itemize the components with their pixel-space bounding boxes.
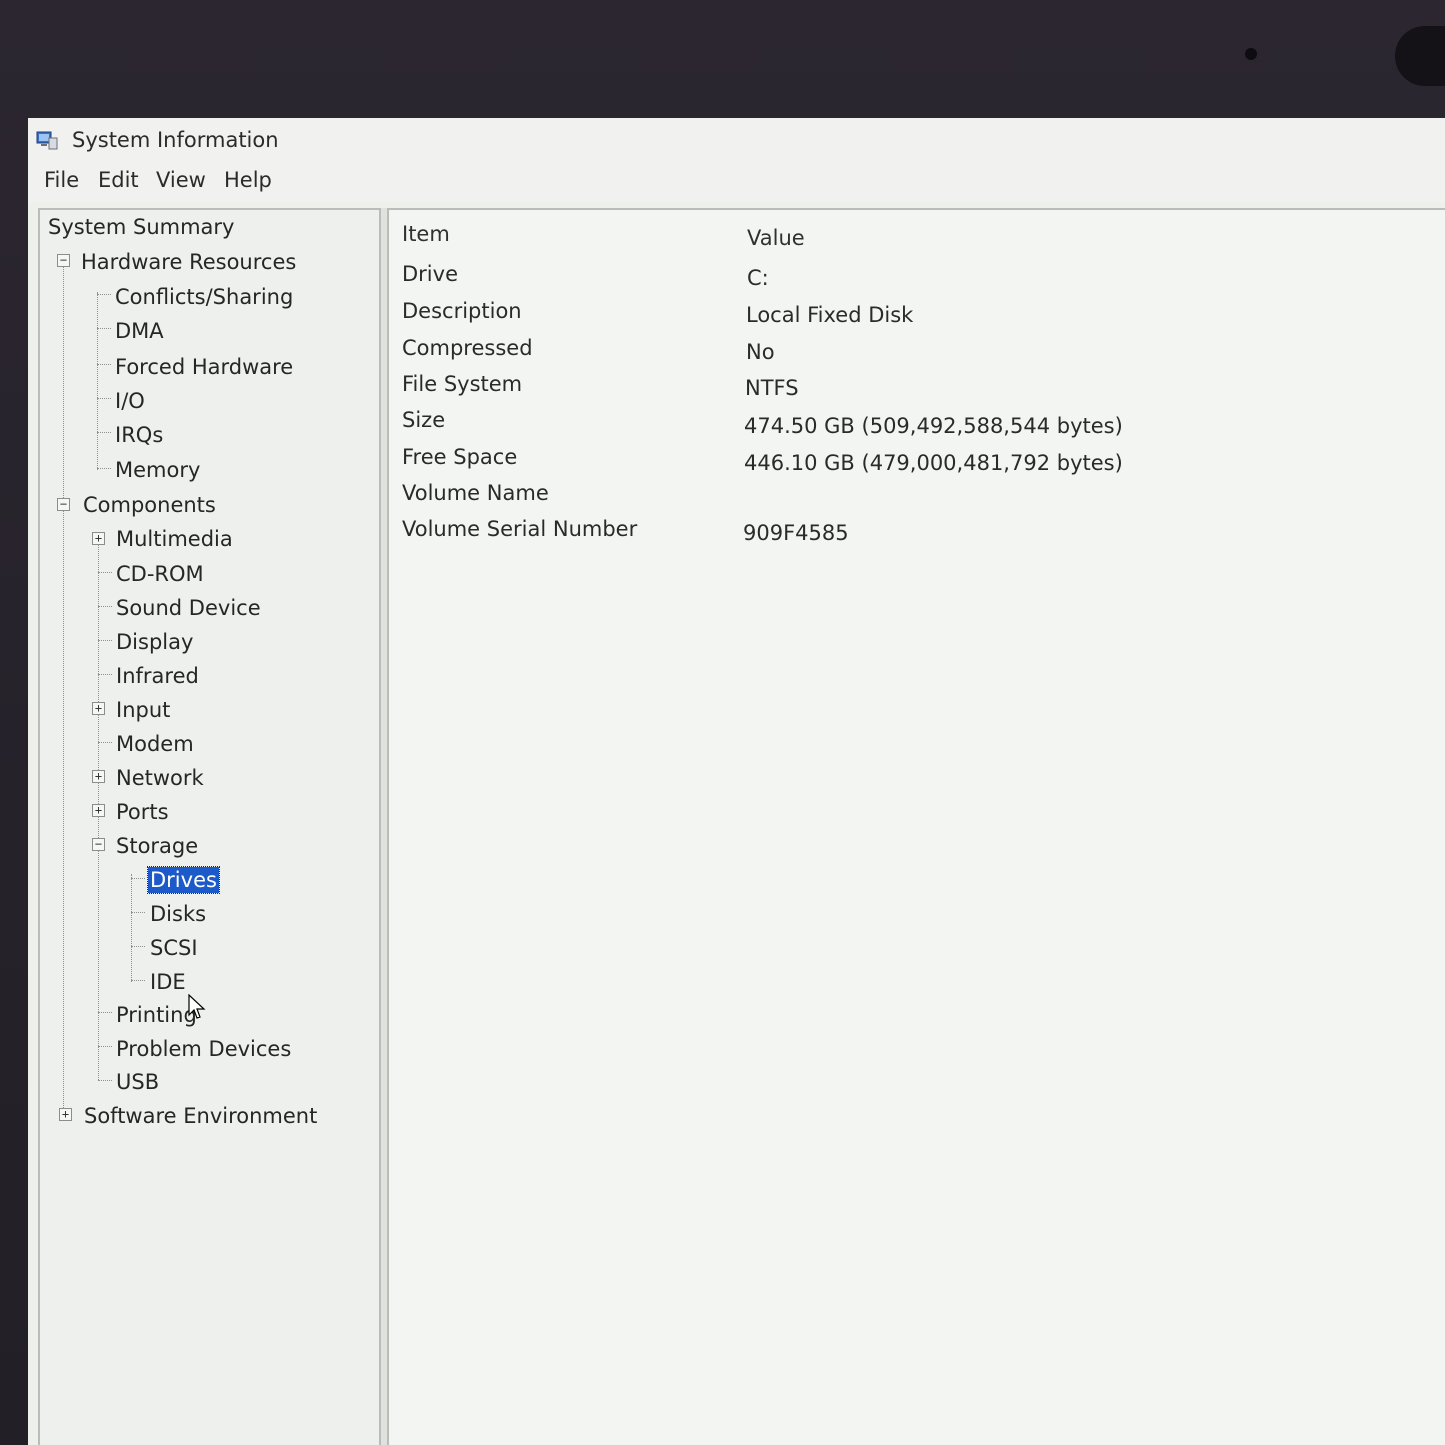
tree-branch (97, 328, 111, 329)
expand-toggle-icon[interactable]: + (92, 804, 105, 817)
tree-branch (131, 878, 145, 879)
tree-line-hardware (97, 292, 98, 470)
tree-branch (98, 742, 112, 743)
tree-item-infrared[interactable]: Infrared (116, 663, 199, 689)
tree-branch (97, 294, 111, 295)
row-item-label[interactable]: Free Space (402, 445, 517, 469)
tree-branch (131, 946, 145, 947)
tree-branch (131, 980, 145, 981)
tree-item-multimedia[interactable]: Multimedia (116, 526, 233, 552)
menu-help[interactable]: Help (224, 168, 272, 192)
tree-branch (97, 398, 111, 399)
row-item-label[interactable]: Volume Serial Number (402, 517, 637, 541)
tree-item-network[interactable]: Network (116, 765, 204, 791)
tree-branch (98, 640, 112, 641)
tree-branch (98, 1080, 112, 1081)
collapse-toggle-icon[interactable]: − (57, 498, 70, 511)
tree-item-io[interactable]: I/O (115, 388, 145, 414)
expand-toggle-icon[interactable]: + (92, 770, 105, 783)
category-tree[interactable]: System Summary − Hardware Resources Conf… (38, 208, 381, 1445)
tree-branch (98, 674, 112, 675)
tree-item-drives[interactable]: Drives (147, 866, 220, 894)
row-item-value[interactable]: NTFS (745, 376, 799, 400)
tree-item-problem-devices[interactable]: Problem Devices (116, 1036, 291, 1062)
tree-branch (98, 606, 112, 607)
tree-item-disks[interactable]: Disks (150, 901, 206, 927)
system-information-window: System Information File Edit View Help S… (28, 118, 1445, 1445)
tree-item-conflicts-sharing[interactable]: Conflicts/Sharing (115, 284, 293, 310)
row-item-label[interactable]: Volume Name (402, 481, 549, 505)
row-item-value[interactable]: 446.10 GB (479,000,481,792 bytes) (744, 451, 1123, 475)
tree-item-ide[interactable]: IDE (150, 969, 186, 995)
tree-branch (131, 912, 145, 913)
tree-item-input[interactable]: Input (116, 697, 170, 723)
expand-toggle-icon[interactable]: + (59, 1108, 72, 1121)
collapse-toggle-icon[interactable]: − (92, 838, 105, 851)
tree-item-dma[interactable]: DMA (115, 318, 164, 344)
tree-item-memory[interactable]: Memory (115, 457, 200, 483)
tree-item-system-summary[interactable]: System Summary (48, 214, 234, 240)
tree-branch (97, 364, 111, 365)
tree-item-storage[interactable]: Storage (116, 833, 198, 859)
tree-item-ports[interactable]: Ports (116, 799, 169, 825)
row-item-value[interactable]: Local Fixed Disk (746, 303, 913, 327)
tree-branch (97, 432, 111, 433)
tree-branch (97, 468, 111, 469)
title-bar: System Information (28, 118, 1445, 164)
row-item-label[interactable]: Size (402, 408, 445, 432)
tree-item-software-environment[interactable]: Software Environment (84, 1103, 317, 1129)
row-item-value[interactable]: 474.50 GB (509,492,588,544 bytes) (744, 414, 1123, 438)
menu-bar: File Edit View Help (28, 164, 1445, 202)
expand-toggle-icon[interactable]: + (92, 532, 105, 545)
tree-item-printing[interactable]: Printing (116, 1002, 197, 1028)
tree-item-modem[interactable]: Modem (116, 731, 194, 757)
tree-item-hardware-resources[interactable]: Hardware Resources (81, 249, 296, 275)
tree-line-root (63, 262, 64, 1116)
column-header-value[interactable]: Value (747, 226, 805, 250)
menu-file[interactable]: File (44, 168, 79, 192)
tree-item-display[interactable]: Display (116, 629, 193, 655)
row-item-value[interactable]: 909F4585 (743, 521, 849, 545)
tree-line-storage (131, 874, 132, 982)
row-item-value[interactable]: No (746, 340, 775, 364)
details-list: Item Value Drive C: Description Local Fi… (387, 208, 1445, 1445)
bezel-edge (1395, 26, 1445, 86)
tree-item-cd-rom[interactable]: CD-ROM (116, 561, 204, 587)
tree-branch (98, 1012, 112, 1013)
window-title: System Information (72, 128, 279, 152)
tree-branch (98, 572, 112, 573)
tree-item-forced-hardware[interactable]: Forced Hardware (115, 354, 293, 380)
collapse-toggle-icon[interactable]: − (57, 254, 70, 267)
row-item-label[interactable]: Description (402, 299, 522, 323)
tree-item-usb[interactable]: USB (116, 1069, 159, 1095)
tree-item-irqs[interactable]: IRQs (115, 422, 163, 448)
tree-item-components[interactable]: Components (83, 492, 216, 518)
webcam (1245, 48, 1257, 60)
menu-view[interactable]: View (156, 168, 206, 192)
tree-item-sound-device[interactable]: Sound Device (116, 595, 261, 621)
tree-branch (98, 1046, 112, 1047)
row-item-label[interactable]: Drive (402, 262, 458, 286)
mouse-pointer-icon (188, 994, 206, 1019)
tree-item-scsi[interactable]: SCSI (150, 935, 198, 961)
menu-edit[interactable]: Edit (98, 168, 139, 192)
row-item-value[interactable]: C: (747, 266, 769, 290)
row-item-label[interactable]: Compressed (402, 336, 533, 360)
expand-toggle-icon[interactable]: + (92, 702, 105, 715)
system-information-icon (36, 131, 58, 150)
column-header-item[interactable]: Item (402, 222, 450, 246)
row-item-label[interactable]: File System (402, 372, 522, 396)
